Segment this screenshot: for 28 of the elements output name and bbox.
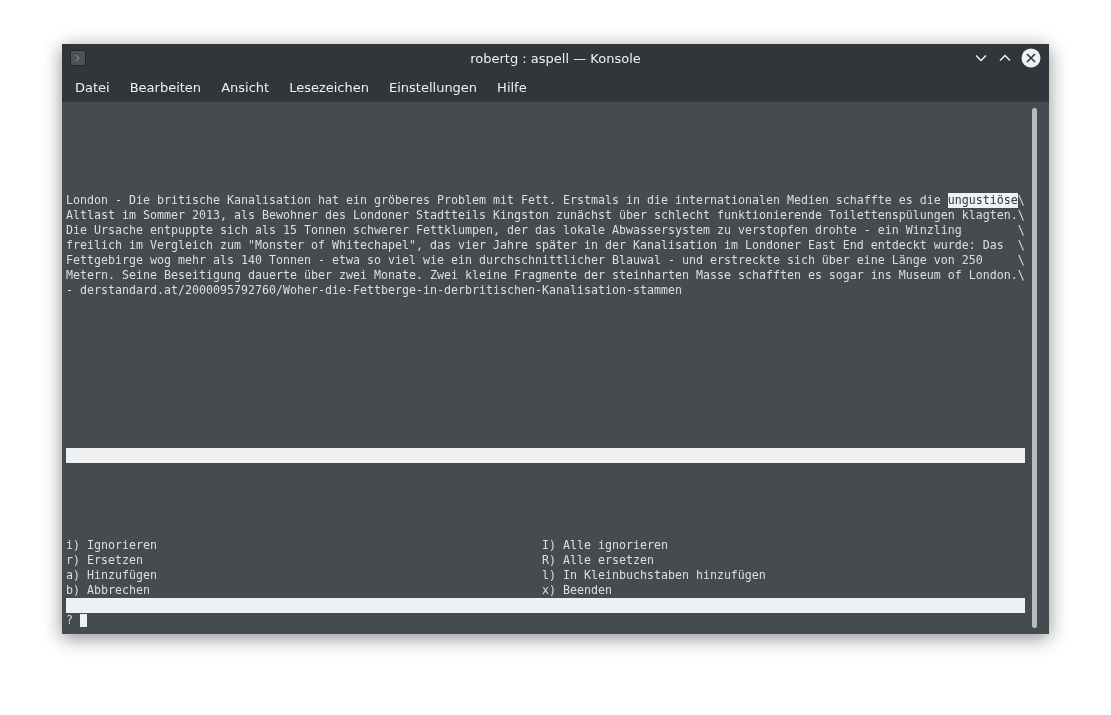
menu-item[interactable]: Ansicht <box>215 76 276 98</box>
terminal-text: Altlast im Sommer 2013, als Bewohner des Londoner Stadtteils Kingston zunächst über schlecht funktionierende Toilettenspülungen klagten.\ <box>66 208 1025 223</box>
menu-option: b) Abbrechen <box>66 583 542 598</box>
menu-item[interactable]: Hilfe <box>491 76 533 98</box>
menu-option: l) In Kleinbuchstaben hinzufügen <box>541 568 766 583</box>
close-icon[interactable] <box>1021 48 1041 68</box>
menu-option: x) Beenden <box>541 583 766 598</box>
menu-option: I) Alle ignorieren <box>541 538 766 553</box>
terminal-text: Metern. Seine Beseitigung dauerte über zwei Monate. Zwei kleine Fragmente der steinharten Masse schafften es sogar ins Museum of London.\ <box>66 268 1025 283</box>
prompt-text: ? <box>66 613 73 628</box>
terminal-text: London - Die britische Kanalisation hat ein gröberes Problem mit Fett. Erstmals in die internationalen Medien schaffte es die <box>66 193 942 208</box>
window-title: robertg : aspell — Konsole <box>470 50 641 66</box>
terminal-text: Die Ursache entpuppte sich als 15 Tonnen schwerer Fettklumpen, der das lokale Abwassersystem zu verstopfen drohte - ein Winzling \ <box>66 223 1025 238</box>
menu-option: i) Ignorieren <box>66 538 542 553</box>
menu-item[interactable]: Datei <box>69 76 116 98</box>
terminal-text: Fettgebirge wog mehr als 140 Tonnen - etwa so viel wie ein durchschnittlicher Blauwal - und erstreckte sich über eine Länge von 250 \ <box>66 253 1025 268</box>
terminal-text: freilich im Vergleich zum "Monster of Whitechapel", das vier Jahre später in der Kanalisation im Londoner East End entdeckt wurde: Das \ <box>66 238 1025 253</box>
terminal-text: \ <box>1017 193 1025 208</box>
scrollbar[interactable] <box>1032 108 1037 628</box>
highlighted-word: ungustiöse <box>947 193 1018 208</box>
menu-option: a) Hinzufügen <box>66 568 542 583</box>
menu-option: R) Alle ersetzen <box>541 553 766 568</box>
terminal-icon[interactable] <box>70 50 86 66</box>
menu-item[interactable]: Lesezeichen <box>283 76 375 98</box>
menu-item[interactable]: Bearbeiten <box>123 76 208 98</box>
menu-option: r) Ersetzen <box>66 553 542 568</box>
menu-item[interactable]: Einstellungen <box>383 76 484 98</box>
terminal-text: - derstandard.at/2000095792760/Woher-die-Fettberge-in-derbritischen-Kanalisation-stammen <box>66 283 682 298</box>
